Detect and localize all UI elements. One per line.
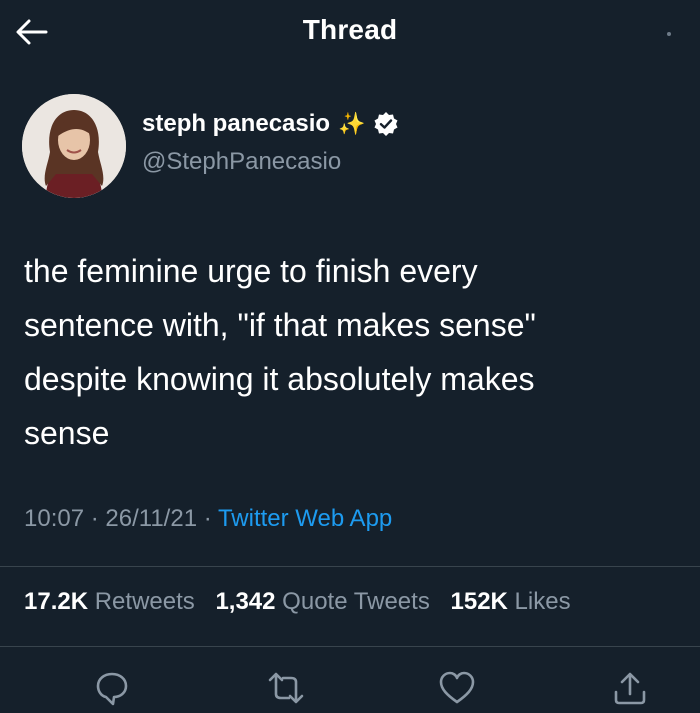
display-name-row: steph panecasio ✨: [142, 110, 399, 138]
like-button[interactable]: [437, 668, 477, 708]
tweet-meta: 10:07 · 26/11/21 · Twitter Web App: [24, 505, 392, 533]
reply-button[interactable]: [92, 668, 132, 708]
verified-badge-icon: [374, 112, 398, 136]
heart-icon: [439, 671, 475, 704]
tweet-author: steph panecasio ✨ @StephPanecasio: [22, 94, 682, 204]
tweet-time[interactable]: 10:07: [24, 505, 84, 532]
tweet-source-link[interactable]: Twitter Web App: [218, 505, 392, 532]
top-bar: Thread: [0, 0, 700, 64]
display-name[interactable]: steph panecasio: [142, 110, 330, 138]
tweet-text: the feminine urge to finish every senten…: [24, 253, 536, 451]
share-button[interactable]: [610, 668, 650, 708]
more-options-icon[interactable]: [667, 32, 671, 36]
likes-label: Likes: [514, 588, 571, 615]
retweets-count: 17.2K: [24, 588, 89, 615]
tweet-actions: [0, 668, 700, 706]
quote-tweets-stat[interactable]: 1,342 Quote Tweets: [215, 588, 436, 615]
avatar[interactable]: [22, 94, 126, 198]
avatar-image: [22, 94, 126, 198]
meta-separator: ·: [90, 505, 99, 532]
likes-stat[interactable]: 152K Likes: [451, 588, 571, 615]
quote-tweets-label: Quote Tweets: [282, 588, 430, 615]
user-handle[interactable]: @StephPanecasio: [142, 148, 341, 176]
tweet-date[interactable]: 26/11/21: [105, 505, 197, 532]
retweet-icon: [268, 672, 304, 704]
likes-count: 152K: [450, 588, 508, 615]
sparkles-emoji: ✨: [338, 111, 366, 136]
quote-tweets-count: 1,342: [215, 588, 276, 615]
retweets-label: Retweets: [94, 588, 195, 615]
reply-icon: [96, 672, 128, 706]
meta-separator: ·: [203, 505, 212, 532]
divider: [0, 646, 700, 647]
divider: [0, 566, 700, 567]
page-title: Thread: [302, 14, 398, 45]
retweets-stat[interactable]: 17.2K Retweets: [24, 588, 201, 615]
tweet-stats: 17.2K Retweets 1,342 Quote Tweets 152K L…: [24, 588, 585, 616]
share-icon: [614, 672, 646, 705]
retweet-button[interactable]: [266, 668, 306, 708]
